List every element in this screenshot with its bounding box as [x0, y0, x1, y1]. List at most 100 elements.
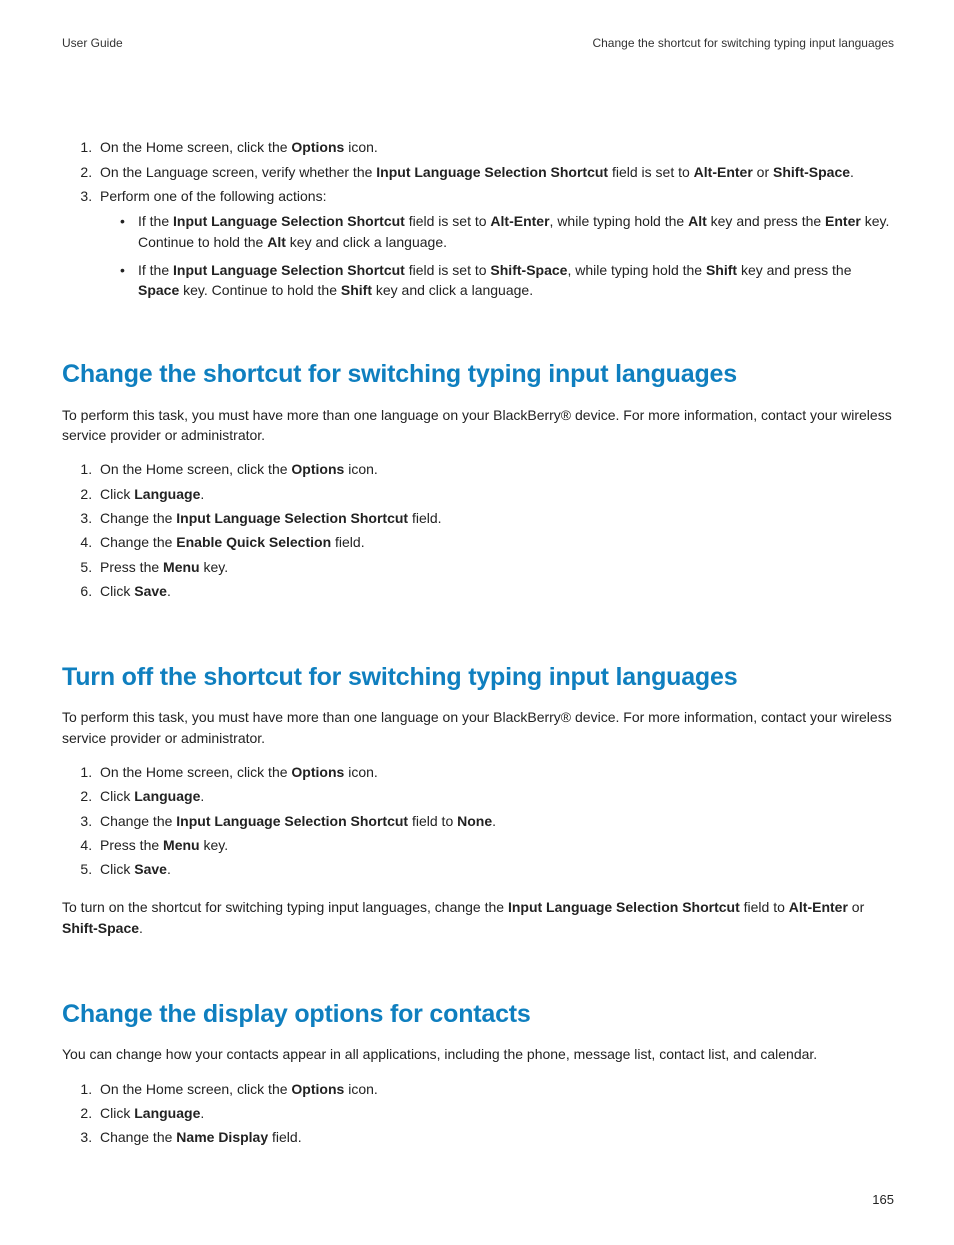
bullet-text: key and click a language. — [286, 234, 447, 250]
bold-text: Language — [134, 788, 200, 804]
sub-bullet-list: If the Input Language Selection Shortcut… — [100, 211, 894, 300]
page-header: User Guide Change the shortcut for switc… — [62, 35, 894, 52]
step-text: . — [200, 788, 204, 804]
steps-list: On the Home screen, click the Options ic… — [62, 1079, 894, 1148]
step-text: On the Home screen, click the — [100, 1081, 291, 1097]
step-text: Click — [100, 788, 134, 804]
bold-text: Shift — [706, 262, 737, 278]
bold-text: Input Language Selection Shortcut — [508, 899, 740, 915]
step-text: Click — [100, 861, 134, 877]
bold-text: Menu — [163, 559, 200, 575]
bullet-text: key and click a language. — [372, 282, 533, 298]
bold-text: Input Language Selection Shortcut — [176, 510, 408, 526]
bold-text: Language — [134, 486, 200, 502]
step-item: Change the Name Display field. — [96, 1127, 894, 1147]
bold-text: Language — [134, 1105, 200, 1121]
bold-text: Alt-Enter — [490, 213, 549, 229]
bold-text: Options — [291, 139, 344, 155]
step-text: . — [492, 813, 496, 829]
page-number: 165 — [872, 1191, 894, 1210]
bold-text: Options — [291, 764, 344, 780]
bullet-text: If the — [138, 213, 173, 229]
section-heading: Change the shortcut for switching typing… — [62, 356, 894, 392]
step-text: key. — [200, 837, 229, 853]
step-item: Click Language. — [96, 1103, 894, 1123]
after-text: To turn on the shortcut for switching ty… — [62, 899, 508, 915]
step-text: icon. — [344, 461, 377, 477]
step-text: Change the — [100, 1129, 176, 1145]
bold-text: Input Language Selection Shortcut — [176, 813, 408, 829]
bullet-text: field is set to — [405, 213, 491, 229]
step-text: Perform one of the following actions: — [100, 188, 326, 204]
bullet-text: key and press the — [707, 213, 825, 229]
bold-text: Input Language Selection Shortcut — [173, 262, 405, 278]
bold-text: Save — [134, 583, 167, 599]
header-left: User Guide — [62, 35, 123, 52]
step-item: On the Home screen, click the Options ic… — [96, 459, 894, 479]
bold-text: Shift-Space — [773, 164, 850, 180]
steps-list: On the Home screen, click the Options ic… — [62, 459, 894, 601]
step-text: field. — [331, 534, 364, 550]
step-item: On the Home screen, click the Options ic… — [96, 1079, 894, 1099]
step-item: Change the Input Language Selection Shor… — [96, 508, 894, 528]
step-item: Press the Menu key. — [96, 557, 894, 577]
bold-text: Alt — [267, 234, 286, 250]
bold-text: Enable Quick Selection — [176, 534, 331, 550]
step-text: field. — [408, 510, 441, 526]
step-text: icon. — [344, 764, 377, 780]
header-right: Change the shortcut for switching typing… — [592, 35, 894, 52]
step-item: Perform one of the following actions: If… — [96, 186, 894, 300]
step-text: Click — [100, 1105, 134, 1121]
bold-text: Shift-Space — [62, 920, 139, 936]
step-text: . — [200, 1105, 204, 1121]
bold-text: Alt-Enter — [694, 164, 753, 180]
section-intro: You can change how your contacts appear … — [62, 1044, 894, 1064]
section-heading: Turn off the shortcut for switching typi… — [62, 659, 894, 695]
step-text: Press the — [100, 559, 163, 575]
step-text: Click — [100, 583, 134, 599]
step-item: Press the Menu key. — [96, 835, 894, 855]
after-text: field to — [740, 899, 789, 915]
step-text: On the Home screen, click the — [100, 764, 291, 780]
section-intro: To perform this task, you must have more… — [62, 405, 894, 446]
section-after-note: To turn on the shortcut for switching ty… — [62, 897, 894, 938]
step-text: Press the — [100, 837, 163, 853]
bold-text: None — [457, 813, 492, 829]
step-text: icon. — [344, 1081, 377, 1097]
step-text: . — [200, 486, 204, 502]
step-text: Change the — [100, 813, 176, 829]
bold-text: Alt-Enter — [789, 899, 848, 915]
step-text: Click — [100, 486, 134, 502]
bold-text: Alt — [688, 213, 707, 229]
step-item: Change the Input Language Selection Shor… — [96, 811, 894, 831]
step-item: On the Language screen, verify whether t… — [96, 162, 894, 182]
sub-bullet-item: If the Input Language Selection Shortcut… — [120, 260, 894, 301]
bold-text: Space — [138, 282, 179, 298]
step-text: field is set to — [608, 164, 694, 180]
bullet-text: , while typing hold the — [567, 262, 706, 278]
after-text: or — [848, 899, 864, 915]
steps-list: On the Home screen, click the Options ic… — [62, 137, 894, 300]
section-display-options-contacts: Change the display options for contacts … — [62, 996, 894, 1147]
step-text: key. — [200, 559, 229, 575]
bullet-text: field is set to — [405, 262, 491, 278]
step-item: Click Language. — [96, 484, 894, 504]
bold-text: Shift — [341, 282, 372, 298]
step-text: On the Home screen, click the — [100, 139, 291, 155]
step-item: On the Home screen, click the Options ic… — [96, 137, 894, 157]
section-heading: Change the display options for contacts — [62, 996, 894, 1032]
section-turn-off-shortcut: Turn off the shortcut for switching typi… — [62, 659, 894, 938]
bold-text: Input Language Selection Shortcut — [173, 213, 405, 229]
bullet-text: key. Continue to hold the — [179, 282, 341, 298]
bold-text: Shift-Space — [490, 262, 567, 278]
step-item: Click Save. — [96, 859, 894, 879]
steps-list: On the Home screen, click the Options ic… — [62, 762, 894, 879]
step-text: On the Language screen, verify whether t… — [100, 164, 376, 180]
step-item: On the Home screen, click the Options ic… — [96, 762, 894, 782]
bullet-text: , while typing hold the — [550, 213, 689, 229]
bullet-text: If the — [138, 262, 173, 278]
step-text: On the Home screen, click the — [100, 461, 291, 477]
step-text: . — [167, 583, 171, 599]
step-text: field. — [268, 1129, 301, 1145]
step-text: . — [167, 861, 171, 877]
